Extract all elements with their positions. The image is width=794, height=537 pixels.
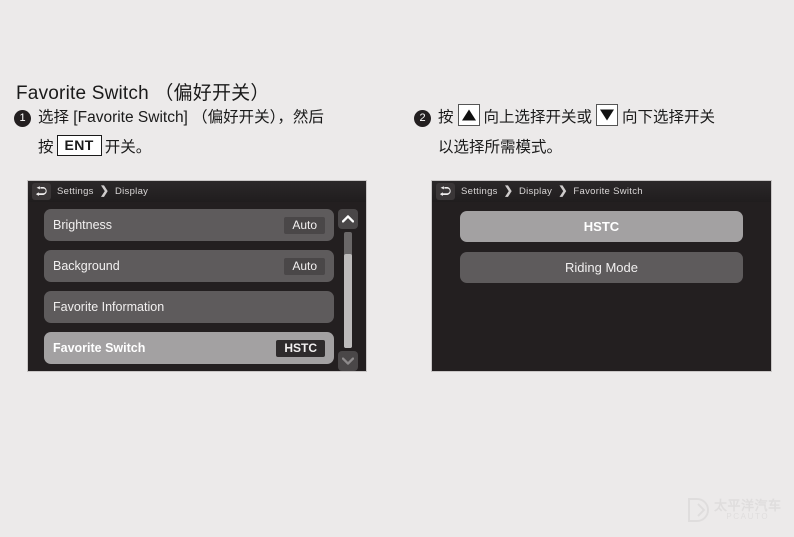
step-1-line-2: 按 ENT 开关。 <box>14 133 414 163</box>
settings-row-label: Brightness <box>53 218 113 232</box>
watermark-cn-text: 太平洋汽车 <box>714 497 782 513</box>
scroll-down-button[interactable] <box>338 351 358 371</box>
back-arrow-icon[interactable] <box>32 183 51 200</box>
scroll-up-button[interactable] <box>338 209 358 229</box>
option-riding-mode[interactable]: Riding Mode <box>460 252 743 283</box>
settings-row-favorite-information[interactable]: Favorite Information <box>44 291 334 323</box>
breadcrumb-item-settings[interactable]: Settings <box>57 186 94 197</box>
step-number-2: 2 <box>414 110 431 127</box>
settings-row-label: Background <box>53 259 120 273</box>
settings-row-value: Auto <box>284 257 325 275</box>
scrollbar[interactable] <box>338 209 358 371</box>
scrollbar-thumb[interactable] <box>344 254 352 348</box>
step-number-1: 1 <box>14 110 31 127</box>
watermark-en-text: PCAUTO <box>726 511 770 521</box>
step-1-text-before-key: 按 <box>38 139 54 156</box>
breadcrumb-item-favorite-switch[interactable]: Favorite Switch <box>573 186 642 197</box>
left-breadcrumb: Settings ❯ Display <box>28 181 366 202</box>
settings-row-favorite-switch[interactable]: Favorite Switch HSTC <box>44 332 334 364</box>
breadcrumb-item-settings[interactable]: Settings <box>461 186 498 197</box>
instruction-step-1: 1 选择 [Favorite Switch] （偏好开关），然后 按 ENT 开关。 <box>14 103 414 163</box>
breadcrumb-separator-icon: ❯ <box>503 185 513 197</box>
step-2-text-mid: 向上选择开关或 <box>483 109 593 126</box>
device-screen-display-settings: Settings ❯ Display Brightness Auto Backg… <box>27 180 367 372</box>
triangle-down-icon <box>600 109 615 121</box>
step-1-line-1: 1 选择 [Favorite Switch] （偏好开关），然后 <box>14 103 414 133</box>
right-breadcrumb: Settings ❯ Display ❯ Favorite Switch <box>432 181 771 202</box>
step-2-text-after-down: 向下选择开关 <box>622 109 716 126</box>
settings-row-background[interactable]: Background Auto <box>44 250 334 282</box>
step-2-text-line-2: 以选择所需模式。 <box>438 139 563 156</box>
breadcrumb-item-display[interactable]: Display <box>115 186 148 197</box>
device-screen-favorite-switch: Settings ❯ Display ❯ Favorite Switch HST… <box>431 180 772 372</box>
pcauto-logo-icon <box>688 498 709 522</box>
step-1-text-line-1: 选择 [Favorite Switch] （偏好开关），然后 <box>38 109 324 126</box>
step-2-line-1: 2 按 向上选择开关或 向下选择开关 <box>414 103 794 133</box>
right-screen-body: HSTC Riding Mode <box>432 202 771 371</box>
triangle-up-icon <box>461 109 476 121</box>
breadcrumb-item-display[interactable]: Display <box>519 186 552 197</box>
triangle-up-key-button[interactable] <box>457 104 480 126</box>
step-2-line-2: 以选择所需模式。 <box>414 133 794 163</box>
back-arrow-icon[interactable] <box>436 183 455 200</box>
page-title: Favorite Switch （偏好开关） <box>16 83 270 104</box>
instruction-step-2: 2 按 向上选择开关或 向下选择开关 以选择所需模式。 <box>414 103 794 163</box>
settings-row-value: HSTC <box>276 339 325 357</box>
breadcrumb-separator-icon: ❯ <box>99 185 109 197</box>
settings-row-list: Brightness Auto Background Auto Favorite… <box>44 209 334 371</box>
left-screen-body: Brightness Auto Background Auto Favorite… <box>28 202 366 371</box>
watermark: 太平洋汽车 PCAUTO <box>686 492 786 528</box>
scrollbar-track[interactable] <box>344 232 352 348</box>
option-hstc[interactable]: HSTC <box>460 211 743 242</box>
watermark-texts: 太平洋汽车 PCAUTO <box>714 499 782 521</box>
ent-key-button[interactable]: ENT <box>56 135 102 156</box>
breadcrumb-separator-icon: ❯ <box>558 185 568 197</box>
step-2-text-before-up: 按 <box>438 109 454 126</box>
settings-row-label: Favorite Information <box>53 300 165 314</box>
settings-row-brightness[interactable]: Brightness Auto <box>44 209 334 241</box>
favorite-switch-option-list: HSTC Riding Mode <box>460 211 743 293</box>
settings-row-value: Auto <box>284 216 325 234</box>
triangle-down-key-button[interactable] <box>596 104 619 126</box>
settings-row-label: Favorite Switch <box>53 341 146 355</box>
step-1-text-after-key: 开关。 <box>104 139 152 156</box>
